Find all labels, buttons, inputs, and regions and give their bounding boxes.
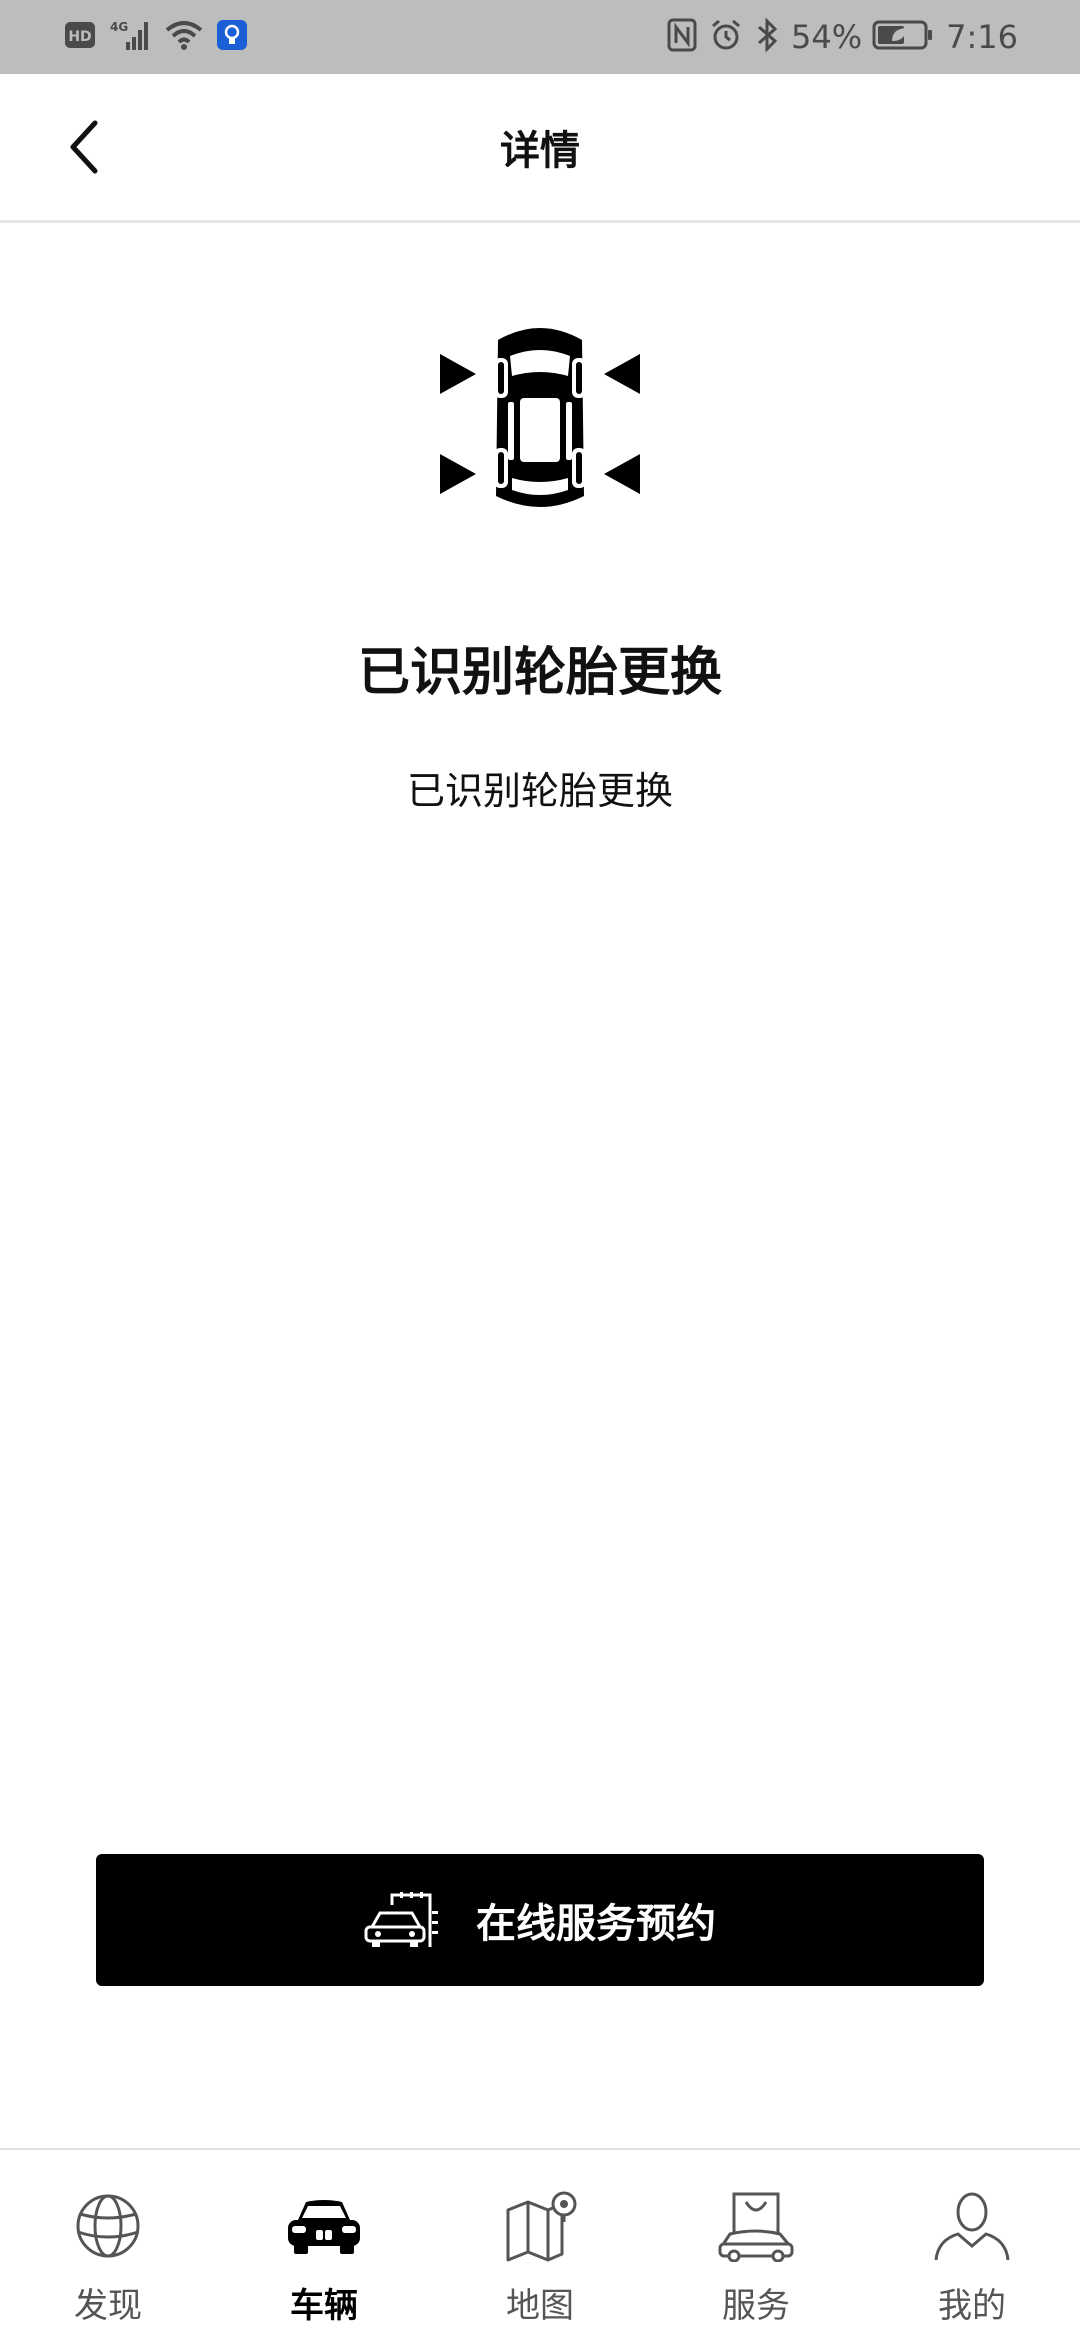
hd-icon: HD — [64, 20, 96, 54]
status-bar: HD 4G 54% 7:16 — [0, 0, 1080, 74]
nav-label-discover: 发现 — [74, 2286, 142, 2326]
page-title: 详情 — [500, 128, 580, 174]
status-bar-right: 54% 7:16 — [667, 16, 1018, 58]
lightbulb-app-icon — [216, 19, 248, 55]
notification-description: 已识别轮胎更换 — [406, 769, 673, 813]
nav-item-profile[interactable]: 我的 — [864, 2150, 1080, 2340]
mobile-network-label: 4G — [110, 20, 128, 34]
car-tires-icon — [436, 318, 644, 518]
4g-signal-icon: 4G — [108, 18, 152, 56]
status-bar-left: HD 4G — [64, 18, 260, 56]
globe-icon — [76, 2194, 140, 2258]
notification-title: 已识别轮胎更换 — [357, 643, 722, 703]
nav-label-map: 地图 — [506, 2286, 574, 2326]
app-screen: HD 4G 54% 7:16 详情 已识别轮胎更换 已识别轮胎更换 在线服务预约… — [0, 0, 1080, 2340]
nav-label-profile: 我的 — [938, 2286, 1006, 2326]
top-app-bar: 详情 — [0, 74, 1080, 223]
battery-percent: 54% — [791, 18, 863, 56]
nfc-icon — [667, 18, 697, 56]
bluetooth-icon — [755, 17, 779, 57]
nav-item-discover[interactable]: 发现 — [0, 2150, 216, 2340]
hd-label: HD — [68, 29, 91, 45]
wifi-icon — [164, 18, 204, 56]
nav-label-vehicle: 车辆 — [290, 2286, 358, 2326]
clock: 7:16 — [946, 18, 1018, 56]
shopping-car-icon — [718, 2192, 794, 2262]
car-icon — [288, 2200, 360, 2254]
map-icon — [506, 2191, 577, 2262]
user-icon — [934, 2192, 1010, 2261]
nav-label-services: 服务 — [722, 2286, 790, 2326]
online-service-booking-label: 在线服务预约 — [476, 1901, 716, 1947]
nav-item-services[interactable]: 服务 — [648, 2150, 864, 2340]
car-service-icon — [364, 1892, 438, 1947]
online-service-booking-button[interactable]: 在线服务预约 — [96, 1854, 984, 1986]
bottom-navigation: 发现 车辆 地图 服务 我的 — [0, 2148, 1080, 2340]
battery-icon — [872, 19, 934, 55]
nav-item-map[interactable]: 地图 — [432, 2150, 648, 2340]
nav-item-vehicle[interactable]: 车辆 — [216, 2150, 432, 2340]
alarm-icon — [709, 18, 743, 56]
